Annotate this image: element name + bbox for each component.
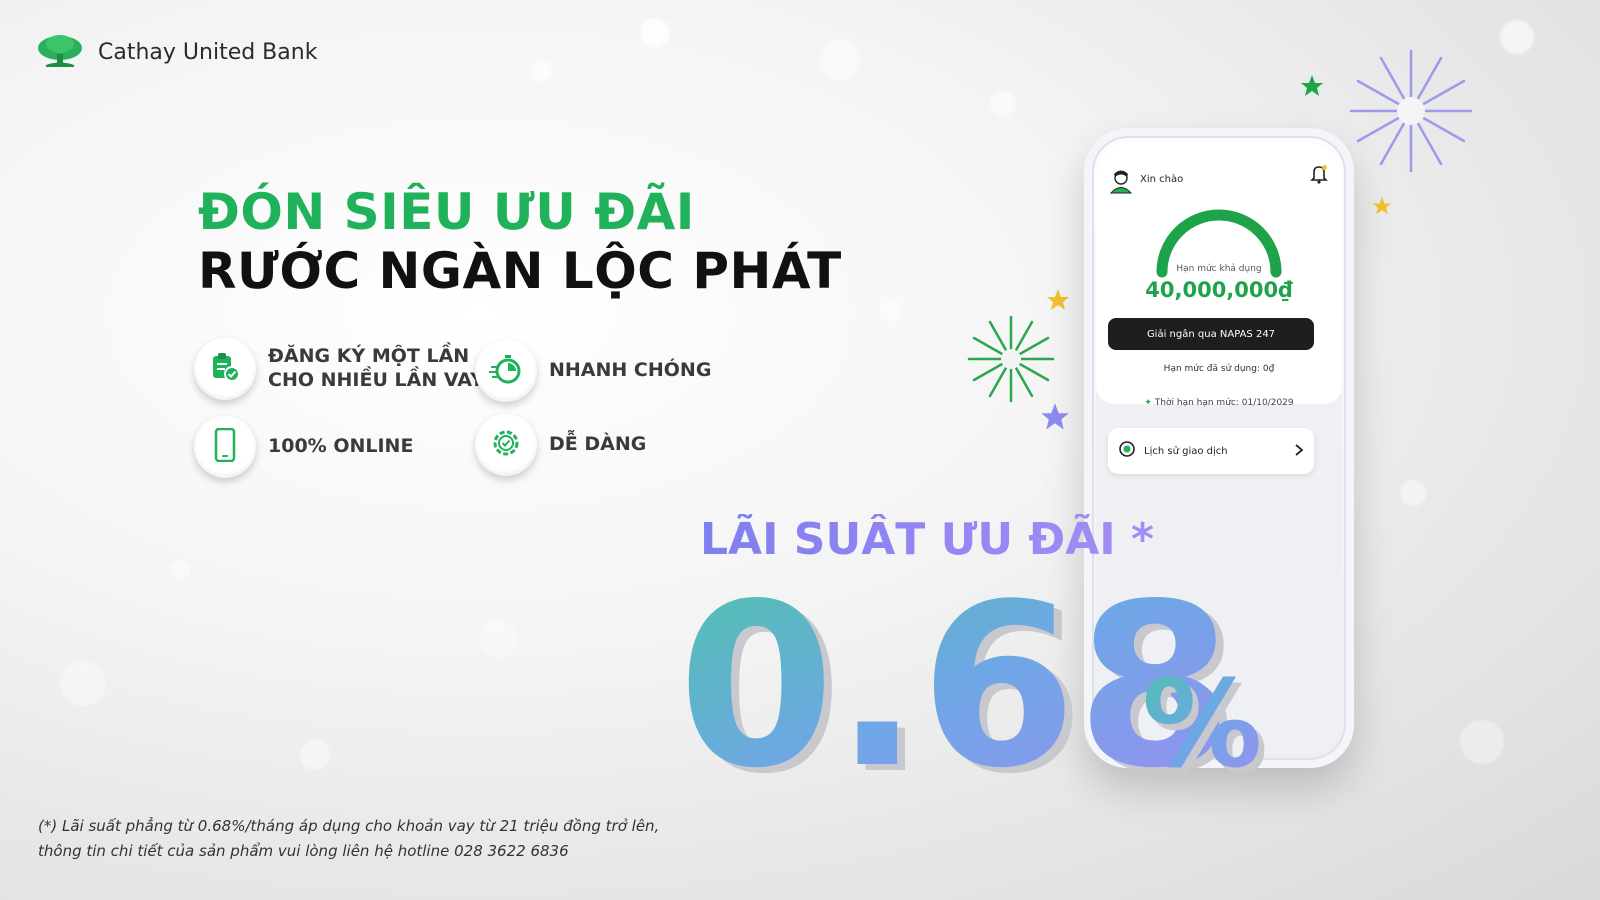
feature-label-line: CHO NHIỀU LẦN VAY: [268, 369, 484, 391]
sparkle-icon: ✦: [1144, 398, 1152, 408]
feature-icon-circle: [475, 340, 537, 402]
transaction-history-item[interactable]: Lịch sử giao dịch: [1108, 428, 1314, 474]
interest-rate-value: 0.68 0.68 % %: [678, 560, 1268, 800]
chevron-right-icon: [1294, 442, 1304, 461]
feature-easy: DỄ DÀNG: [475, 414, 646, 476]
firework-purple-icon: [1346, 46, 1476, 180]
greeting-text: Xin chào: [1140, 174, 1184, 185]
feature-label: NHANH CHÓNG: [549, 359, 712, 382]
feature-label: 100% ONLINE: [268, 435, 414, 458]
bokeh-light: [880, 300, 902, 322]
bell-icon[interactable]: [1310, 164, 1328, 188]
feature-online: 100% ONLINE: [194, 416, 413, 478]
bokeh-light: [170, 560, 190, 580]
smartphone-icon: [214, 427, 236, 466]
bokeh-light: [640, 18, 670, 48]
limit-expiry-value: Thời hạn hạn mức: 01/10/2029: [1154, 398, 1294, 408]
credit-limit-card: Xin chào Hạn mức khả dụng 40,000,000₫ Gi…: [1096, 142, 1342, 404]
rate-unit: %: [1142, 656, 1262, 795]
history-icon: [1118, 440, 1136, 462]
bokeh-light: [1460, 720, 1504, 764]
feature-icon-circle: [194, 416, 256, 478]
feature-register-once: ĐĂNG KÝ MỘT LẦN CHO NHIỀU LẦN VAY: [194, 338, 484, 400]
feature-label-line: ĐĂNG KÝ MỘT LẦN: [268, 345, 470, 368]
bokeh-light: [300, 740, 330, 770]
bokeh-light: [990, 90, 1016, 116]
headline-line-2: RƯỚC NGÀN LỘC PHÁT: [198, 241, 842, 300]
footnote: (*) Lãi suất phẳng từ 0.68%/tháng áp dụn…: [38, 814, 659, 864]
star-yellow-icon: [1046, 288, 1070, 316]
star-green-icon: [1300, 74, 1324, 102]
available-limit-value: 40,000,000₫: [1145, 278, 1293, 302]
napas-disburse-button[interactable]: Giải ngân qua NAPAS 247: [1108, 318, 1314, 350]
firework-green-icon: [966, 314, 1056, 408]
gear-check-icon: [490, 427, 522, 463]
clipboard-check-icon: [210, 351, 240, 387]
brand-name: Cathay United Bank: [98, 39, 318, 65]
feature-icon-circle: [475, 414, 537, 476]
user-avatar-icon: [1108, 168, 1134, 198]
headline: ĐÓN SIÊU ƯU ĐÃI RƯỚC NGÀN LỘC PHÁT: [198, 186, 842, 297]
used-limit-text: Hạn mức đã sử dụng: 0₫: [1163, 364, 1275, 374]
feature-fast: NHANH CHÓNG: [475, 340, 711, 402]
feature-label: DỄ DÀNG: [549, 433, 647, 456]
footnote-line: thông tin chi tiết của sản phẩm vui lòng…: [38, 841, 569, 860]
available-limit-label: Hạn mức khả dụng: [1176, 264, 1262, 274]
bokeh-light: [60, 660, 106, 706]
bokeh-light: [820, 40, 860, 80]
star-yellow-icon: [1372, 196, 1392, 220]
headline-line-1: ĐÓN SIÊU ƯU ĐÃI: [198, 183, 695, 241]
feature-label: ĐĂNG KÝ MỘT LẦN CHO NHIỀU LẦN VAY: [268, 345, 484, 393]
bokeh-light: [1400, 480, 1426, 506]
brand-logo: Cathay United Bank: [36, 32, 317, 72]
stopwatch-icon: [489, 353, 523, 389]
limit-expiry-text: ✦ Thời hạn hạn mức: 01/10/2029: [1096, 398, 1342, 408]
transaction-history-label: Lịch sử giao dịch: [1144, 445, 1228, 457]
footnote-line: (*) Lãi suất phẳng từ 0.68%/tháng áp dụn…: [38, 817, 660, 835]
bokeh-light: [530, 60, 552, 82]
interest-rate-label: LÃI SUẤT ƯU ĐÃI *: [700, 514, 1155, 565]
bokeh-light: [1500, 20, 1534, 54]
feature-icon-circle: [194, 338, 256, 400]
bokeh-light: [480, 620, 518, 658]
star-purple-icon: [1040, 402, 1070, 436]
tree-logo-icon: [36, 32, 84, 72]
